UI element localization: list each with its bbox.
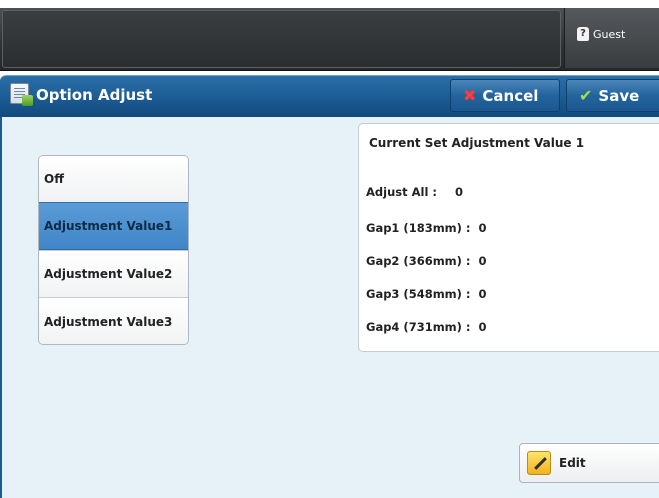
user-icon: ? xyxy=(577,27,589,41)
pencil-icon xyxy=(527,451,551,475)
gap2-row: Gap2 (366mm) : 0 xyxy=(366,254,487,268)
cancel-button[interactable]: ✖ Cancel xyxy=(450,79,560,112)
edit-button[interactable]: Edit xyxy=(519,443,659,483)
gap1-row: Gap1 (183mm) : 0 xyxy=(366,221,487,235)
screen: ? Guest Option Adjust ✖ Cancel ✔ Save Of… xyxy=(0,0,659,498)
row-label: Gap4 (731mm) : xyxy=(366,320,471,334)
option-label: Adjustment Value1 xyxy=(44,219,173,233)
option-label: Off xyxy=(44,172,64,186)
row-value: 0 xyxy=(478,287,487,301)
gap4-row: Gap4 (731mm) : 0 xyxy=(366,320,487,334)
edit-label: Edit xyxy=(559,456,586,470)
guest-label: Guest xyxy=(593,28,626,41)
title-bar: Option Adjust ✖ Cancel ✔ Save xyxy=(0,75,659,118)
option-adjustment-value2[interactable]: Adjustment Value2 xyxy=(39,250,188,297)
panel-title: Current Set Adjustment Value 1 xyxy=(369,136,585,150)
main-content: Off Adjustment Value1 Adjustment Value2 … xyxy=(0,117,659,498)
guest-login-button[interactable]: ? Guest xyxy=(564,8,659,68)
row-value: 0 xyxy=(478,221,487,235)
page-title: Option Adjust xyxy=(36,86,153,104)
checkmark-icon: ✔ xyxy=(579,86,593,105)
row-label: Gap3 (548mm) : xyxy=(366,287,471,301)
row-label: Adjust All : xyxy=(366,185,437,199)
option-off[interactable]: Off xyxy=(39,156,188,202)
row-value: 0 xyxy=(478,320,487,334)
cancel-x-icon: ✖ xyxy=(463,86,477,105)
option-label: Adjustment Value2 xyxy=(44,267,173,281)
option-label: Adjustment Value3 xyxy=(44,314,173,329)
row-value: 0 xyxy=(455,185,464,199)
gap3-row: Gap3 (548mm) : 0 xyxy=(366,287,487,301)
top-bar: ? Guest xyxy=(0,8,659,71)
row-label: Gap1 (183mm) : xyxy=(366,221,471,235)
adjust-all-row: Adjust All : 0 xyxy=(366,185,463,199)
save-label: Save xyxy=(598,86,640,105)
row-label: Gap2 (366mm) : xyxy=(366,254,471,268)
current-value-panel: Current Set Adjustment Value 1 Adjust Al… xyxy=(358,123,659,352)
message-area xyxy=(2,10,561,68)
option-adjustment-value3[interactable]: Adjustment Value3 xyxy=(39,297,188,344)
option-adjust-icon xyxy=(10,83,33,106)
adjustment-option-list: Off Adjustment Value1 Adjustment Value2 … xyxy=(38,155,189,345)
cancel-label: Cancel xyxy=(482,86,539,105)
option-adjustment-value1[interactable]: Adjustment Value1 xyxy=(39,202,188,250)
save-button[interactable]: ✔ Save xyxy=(566,79,659,112)
row-value: 0 xyxy=(478,254,487,268)
